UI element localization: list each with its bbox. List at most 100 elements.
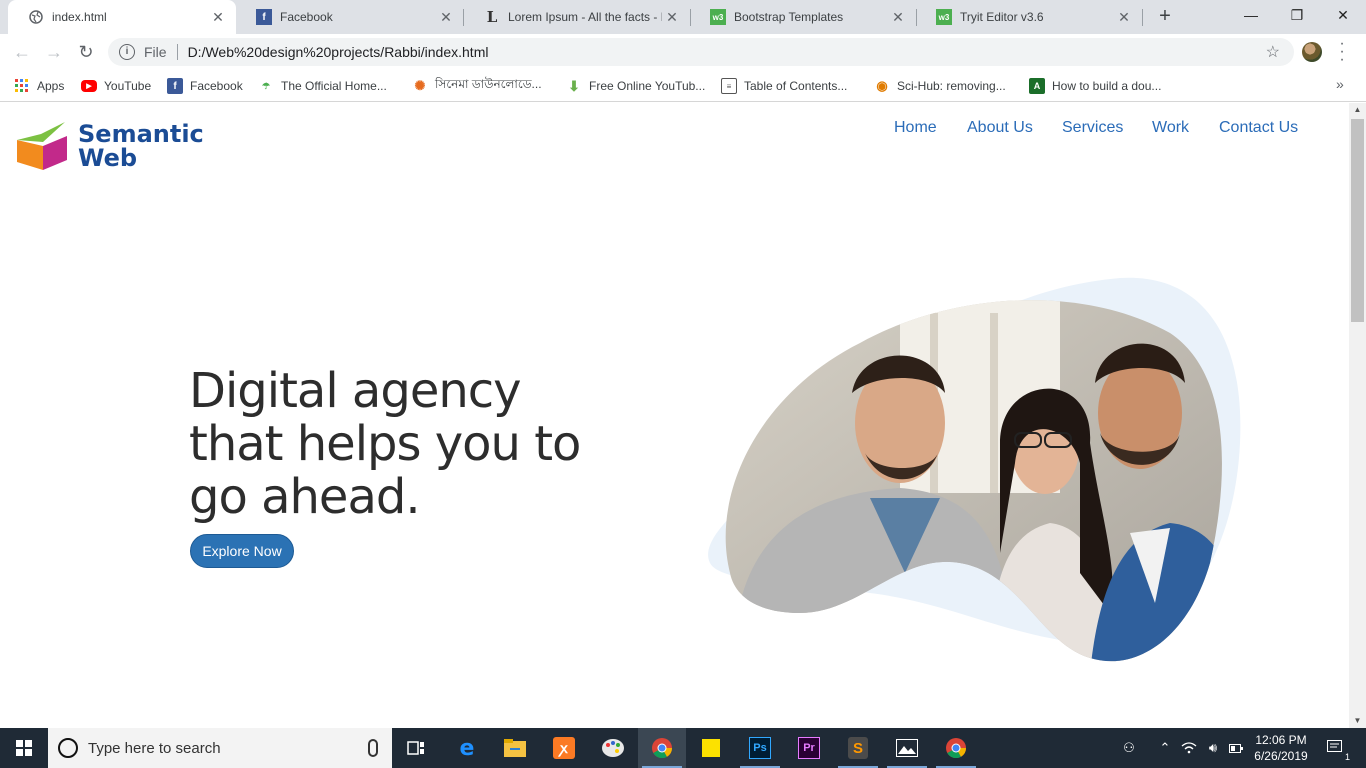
bookmark-youtube[interactable]: ▶ YouTube (81, 76, 151, 96)
bookmark-cinema[interactable]: ✺ সিনেমা ডাউনলোডে... (412, 76, 542, 96)
bookmarks-bar: Apps ▶ YouTube f Facebook ☂ The Official… (0, 70, 1366, 102)
address-bar[interactable]: i File D:/Web%20design%20projects/Rabbi/… (108, 38, 1294, 66)
close-icon[interactable]: ✕ (888, 9, 908, 26)
bookmark-label: The Official Home... (281, 79, 387, 93)
omnibox-divider (176, 44, 178, 60)
hero-title: Digital agency that helps you to go ahea… (189, 363, 581, 525)
minimize-button[interactable]: — (1228, 0, 1274, 30)
eye-icon: ◉ (876, 78, 888, 93)
paint-app[interactable] (589, 728, 637, 768)
tab-bootstrap-templates[interactable]: w3 Bootstrap Templates ✕ (690, 0, 916, 34)
profile-avatar[interactable] (1302, 42, 1322, 62)
new-tab-button[interactable]: + (1153, 5, 1177, 29)
edge-app[interactable]: e (443, 728, 491, 768)
microphone-icon[interactable] (368, 739, 378, 757)
nav-services[interactable]: Services (1062, 119, 1123, 137)
more-bookmarks-icon[interactable]: » (1336, 76, 1344, 92)
windows-icon (16, 740, 32, 756)
premiere-icon: Pr (798, 737, 820, 759)
taskbar-search[interactable]: Type here to search (48, 728, 392, 768)
bookmark-build-double[interactable]: A How to build a dou... (1029, 76, 1161, 96)
site-logo[interactable]: Semantic Web (15, 120, 225, 172)
file-explorer-app[interactable] (491, 728, 539, 768)
reload-button[interactable]: ↻ (74, 40, 98, 64)
w3-icon: w3 (710, 9, 726, 25)
logo-text: Semantic Web (78, 122, 204, 170)
tab-title: index.html (52, 10, 107, 24)
people-icon[interactable]: ⚇ (1116, 728, 1142, 768)
premiere-app[interactable]: Pr (785, 728, 833, 768)
sublime-text-app[interactable]: S (834, 728, 882, 768)
xampp-app[interactable]: ꭗ (540, 728, 588, 768)
bookmark-label: How to build a dou... (1052, 79, 1162, 93)
apps-grid-icon (14, 78, 30, 94)
scroll-down-icon[interactable]: ▼ (1349, 714, 1366, 728)
close-icon[interactable]: ✕ (436, 9, 456, 26)
action-center-button[interactable]: 1 (1318, 728, 1354, 768)
hero-image (708, 277, 1241, 662)
close-icon[interactable]: ✕ (208, 9, 228, 26)
bookmark-table-of-contents[interactable]: ≡ Table of Contents... (721, 76, 847, 96)
tab-tryit-editor[interactable]: w3 Tryit Editor v3.6 ✕ (916, 0, 1142, 34)
tab-lorem-ipsum[interactable]: L Lorem Ipsum - All the facts - Li ✕ (464, 0, 690, 34)
task-view-icon (407, 741, 424, 755)
star-icon[interactable]: ☆ (1266, 42, 1280, 62)
explore-now-button[interactable]: Explore Now (190, 534, 294, 568)
sublime-icon: S (848, 737, 868, 759)
close-icon[interactable]: ✕ (1114, 9, 1134, 26)
volume-icon[interactable]: 🔊︎ (1202, 728, 1224, 768)
photos-app[interactable] (883, 728, 931, 768)
back-button[interactable]: ← (10, 40, 34, 64)
bookmark-label: Apps (37, 79, 65, 93)
nav-contact-us[interactable]: Contact Us (1219, 119, 1298, 137)
tab-strip: index.html ✕ f Facebook ✕ L Lorem Ipsum … (0, 0, 1366, 34)
menu-icon[interactable]: · · · (1336, 36, 1348, 68)
globe-icon (28, 9, 44, 25)
close-icon[interactable]: ✕ (662, 9, 682, 26)
info-icon[interactable]: i (119, 44, 135, 60)
facebook-icon: f (167, 78, 183, 94)
tab-facebook[interactable]: f Facebook ✕ (236, 0, 464, 34)
site-icon: ☂ (261, 80, 271, 91)
show-hidden-icons-chevron[interactable]: ⌃ (1154, 728, 1176, 768)
forward-button[interactable]: → (42, 40, 66, 64)
android-icon: A (1029, 78, 1045, 94)
chrome-app-2[interactable] (932, 728, 980, 768)
palette-icon (602, 739, 624, 757)
logo-line-1: Semantic (78, 120, 204, 148)
nav-home[interactable]: Home (894, 119, 937, 137)
notification-icon (1327, 740, 1342, 752)
battery-icon[interactable] (1226, 728, 1246, 768)
page-scrollbar[interactable]: ▲ ▼ (1349, 103, 1366, 728)
bookmark-apps[interactable]: Apps (14, 76, 64, 96)
sticky-notes-app[interactable] (687, 728, 735, 768)
edge-icon: e (459, 735, 475, 761)
w3-icon: w3 (936, 9, 952, 25)
tab-index[interactable]: index.html ✕ (8, 0, 236, 34)
url-text[interactable]: D:/Web%20design%20projects/Rabbi/index.h… (188, 44, 489, 60)
bookmark-label: Table of Contents... (744, 79, 848, 93)
wifi-icon[interactable] (1178, 728, 1200, 768)
clock-time: 12:06 PM (1255, 733, 1307, 747)
system-clock[interactable]: 12:06 PM 6/26/2019 (1246, 732, 1316, 764)
document-icon: ≡ (721, 78, 737, 94)
cortana-icon (58, 738, 78, 758)
task-view-button[interactable] (392, 728, 440, 768)
nav-about-us[interactable]: About Us (967, 119, 1033, 137)
nav-work[interactable]: Work (1152, 119, 1189, 137)
photoshop-app[interactable]: Ps (736, 728, 784, 768)
sticky-note-icon (702, 739, 720, 757)
bookmark-sci-hub[interactable]: ◉ Sci-Hub: removing... (874, 76, 1005, 96)
scroll-thumb[interactable] (1351, 119, 1364, 322)
restore-button[interactable]: ❐ (1274, 0, 1320, 30)
screen: index.html ✕ f Facebook ✕ L Lorem Ipsum … (0, 0, 1366, 768)
bookmark-free-youtube[interactable]: ⬇ Free Online YouTub... (566, 76, 705, 96)
bookmark-official-home[interactable]: ☂ The Official Home... (258, 76, 387, 96)
close-window-button[interactable]: ✕ (1320, 0, 1366, 30)
chrome-app[interactable] (638, 728, 686, 768)
notification-count: 1 (1344, 752, 1350, 762)
start-button[interactable] (0, 728, 48, 768)
logo-cube-icon (17, 122, 67, 170)
bookmark-facebook[interactable]: f Facebook (167, 76, 243, 96)
scroll-up-icon[interactable]: ▲ (1349, 103, 1366, 117)
